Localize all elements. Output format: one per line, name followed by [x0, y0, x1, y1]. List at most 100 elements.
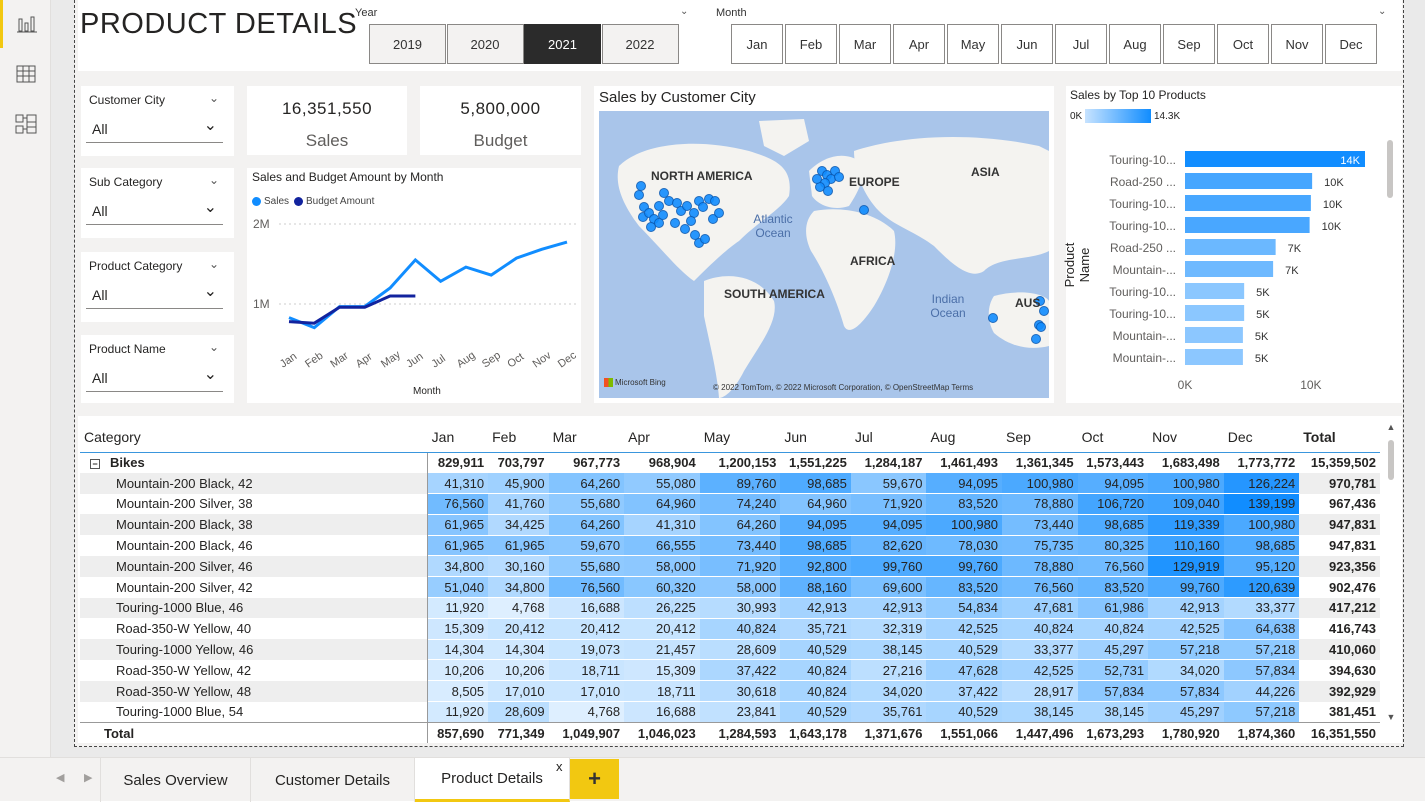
filter-dropdown[interactable]: All ⌄ [86, 197, 223, 225]
table-row[interactable]: Touring-1000 Yellow, 46 14,304 14,304 19,07… [80, 638, 1380, 660]
map-bubble[interactable] [670, 218, 680, 228]
table-row[interactable]: Mountain-200 Black, 42 41,310 45,900 64,260… [80, 472, 1380, 494]
month-button-jan[interactable]: Jan [731, 24, 783, 64]
bar-mark[interactable] [1185, 195, 1311, 211]
month-button-aug[interactable]: Aug [1109, 24, 1161, 64]
bar-mark[interactable] [1185, 327, 1243, 343]
map-bubble[interactable] [834, 172, 844, 182]
map-bubble[interactable] [700, 234, 710, 244]
chevron-down-icon[interactable]: ⌄ [204, 364, 217, 384]
month-button-jul[interactable]: Jul [1055, 24, 1107, 64]
bar-chart[interactable]: Touring-10... 14K Road-250 ... 10K Touring-1… [1066, 86, 1402, 403]
matrix-header-jul[interactable]: Jul [850, 422, 927, 453]
bar-mark[interactable] [1185, 173, 1313, 189]
model-view-button[interactable] [0, 100, 51, 148]
filter-dropdown[interactable]: All ⌄ [86, 115, 223, 143]
bar-mark[interactable] [1185, 239, 1276, 255]
bar-mark[interactable] [1185, 349, 1243, 365]
map-bubble[interactable] [658, 210, 668, 220]
scroll-thumb[interactable] [1388, 440, 1394, 480]
year-button-2021[interactable]: 2021 [524, 24, 601, 64]
map-bubble[interactable] [988, 313, 998, 323]
tab-customer-details[interactable]: Customer Details [251, 758, 415, 802]
filter-dropdown[interactable]: All ⌄ [86, 281, 223, 309]
bar-scrollbar[interactable] [1387, 140, 1393, 198]
map-bubble[interactable] [812, 174, 822, 184]
year-button-2019[interactable]: 2019 [369, 24, 446, 64]
chevron-down-icon[interactable]: ⌄ [1378, 6, 1386, 17]
matrix-header-apr[interactable]: Apr [624, 422, 700, 453]
table-row[interactable]: Mountain-200 Silver, 38 76,560 41,760 55,68… [80, 493, 1380, 515]
tab-product-details[interactable]: Product Details [415, 758, 570, 802]
map-bubble[interactable] [859, 205, 869, 215]
chevron-down-icon[interactable]: ⌄ [204, 115, 217, 135]
map-bubble[interactable] [646, 222, 656, 232]
month-button-sep[interactable]: Sep [1163, 24, 1215, 64]
table-row[interactable]: Touring-1000 Blue, 46 11,920 4,768 16,688 26… [80, 597, 1380, 619]
map-bubble[interactable] [1036, 322, 1046, 332]
bar-mark[interactable] [1185, 305, 1245, 321]
table-row[interactable]: Road-350-W Yellow, 48 8,505 17,010 17,010 18… [80, 680, 1380, 702]
map-bubble[interactable] [714, 208, 724, 218]
tab-next-icon[interactable]: ▶ [84, 771, 92, 784]
table-row[interactable]: Road-350-W Yellow, 40 15,309 20,412 20,412 2… [80, 617, 1380, 640]
month-button-dec[interactable]: Dec [1325, 24, 1377, 64]
map-bubble[interactable] [680, 224, 690, 234]
map-bubble[interactable] [1031, 334, 1041, 344]
bar-mark[interactable] [1185, 217, 1310, 233]
month-button-oct[interactable]: Oct [1217, 24, 1269, 64]
matrix-header-dec[interactable]: Dec [1223, 422, 1300, 453]
collapse-icon[interactable]: − [90, 459, 100, 470]
matrix-header-jan[interactable]: Jan [427, 422, 489, 453]
table-row[interactable]: Touring-1000 Blue, 54 11,920 28,609 4,768 16… [80, 701, 1380, 723]
matrix-header-may[interactable]: May [699, 422, 781, 453]
table-row[interactable]: Mountain-200 Silver, 42 51,040 34,800 76,56… [80, 576, 1380, 598]
year-button-2022[interactable]: 2022 [601, 24, 679, 64]
matrix-header-jun[interactable]: Jun [780, 422, 851, 453]
matrix-header-feb[interactable]: Feb [488, 422, 549, 453]
matrix-header-aug[interactable]: Aug [926, 422, 1003, 453]
filter-dropdown[interactable]: All ⌄ [86, 364, 223, 392]
tab-close-icon[interactable]: x [556, 759, 563, 774]
scroll-down-icon[interactable]: ▼ [1385, 712, 1397, 722]
year-button-2020[interactable]: 2020 [446, 24, 524, 64]
map-bubble[interactable] [1039, 306, 1049, 316]
table-row[interactable]: Mountain-200 Black, 38 61,965 34,425 64,260… [80, 513, 1380, 536]
map-bubble[interactable] [710, 196, 720, 206]
scroll-up-icon[interactable]: ▲ [1385, 422, 1397, 432]
table-row[interactable]: Road-350-W Yellow, 42 10,206 10,206 18,711 1… [80, 659, 1380, 681]
month-button-feb[interactable]: Feb [785, 24, 837, 64]
line-series-budget[interactable] [288, 294, 416, 325]
tab-sales-overview[interactable]: Sales Overview [100, 758, 251, 802]
month-button-jun[interactable]: Jun [1001, 24, 1053, 64]
matrix-header-category[interactable]: Category [80, 422, 428, 453]
chevron-down-icon[interactable]: ⌄ [209, 340, 219, 354]
month-button-apr[interactable]: Apr [893, 24, 945, 64]
matrix-header-sep[interactable]: Sep [1002, 422, 1078, 453]
month-button-may[interactable]: May [947, 24, 999, 64]
matrix-scrollbar[interactable]: ▲ ▼ [1385, 422, 1397, 722]
bar-mark[interactable] [1185, 261, 1274, 277]
chevron-down-icon[interactable]: ⌄ [209, 173, 219, 187]
matrix-header-nov[interactable]: Nov [1148, 422, 1224, 453]
map-bubble[interactable] [823, 186, 833, 196]
bar-mark[interactable] [1185, 283, 1245, 299]
bar-mark[interactable] [1185, 151, 1365, 167]
sales-map[interactable]: NORTH AMERICA EUROPE ASIA AFRICA SOUTH A… [599, 111, 1049, 398]
line-series-sales[interactable] [288, 240, 568, 330]
report-view-button[interactable] [0, 0, 51, 48]
matrix-header-mar[interactable]: Mar [548, 422, 625, 453]
table-row[interactable]: Mountain-200 Black, 46 61,965 61,965 59,670… [80, 534, 1380, 556]
month-button-mar[interactable]: Mar [839, 24, 891, 64]
add-page-button[interactable]: + [570, 759, 619, 799]
line-chart[interactable]: 2M 1M Jan Feb Mar Apr May Jun Jul Aug Sep Oct Nov Dec [247, 168, 581, 403]
tab-prev-icon[interactable]: ◀ [56, 771, 64, 784]
chevron-down-icon[interactable]: ⌄ [204, 197, 217, 217]
chevron-down-icon[interactable]: ⌄ [209, 91, 219, 105]
matrix-header-total[interactable]: Total [1299, 422, 1380, 453]
matrix-header-oct[interactable]: Oct [1077, 422, 1149, 453]
chevron-down-icon[interactable]: ⌄ [209, 257, 219, 271]
data-view-button[interactable] [0, 50, 51, 98]
month-button-nov[interactable]: Nov [1271, 24, 1323, 64]
table-row[interactable]: Mountain-200 Silver, 46 34,800 30,160 55,68… [80, 555, 1380, 577]
